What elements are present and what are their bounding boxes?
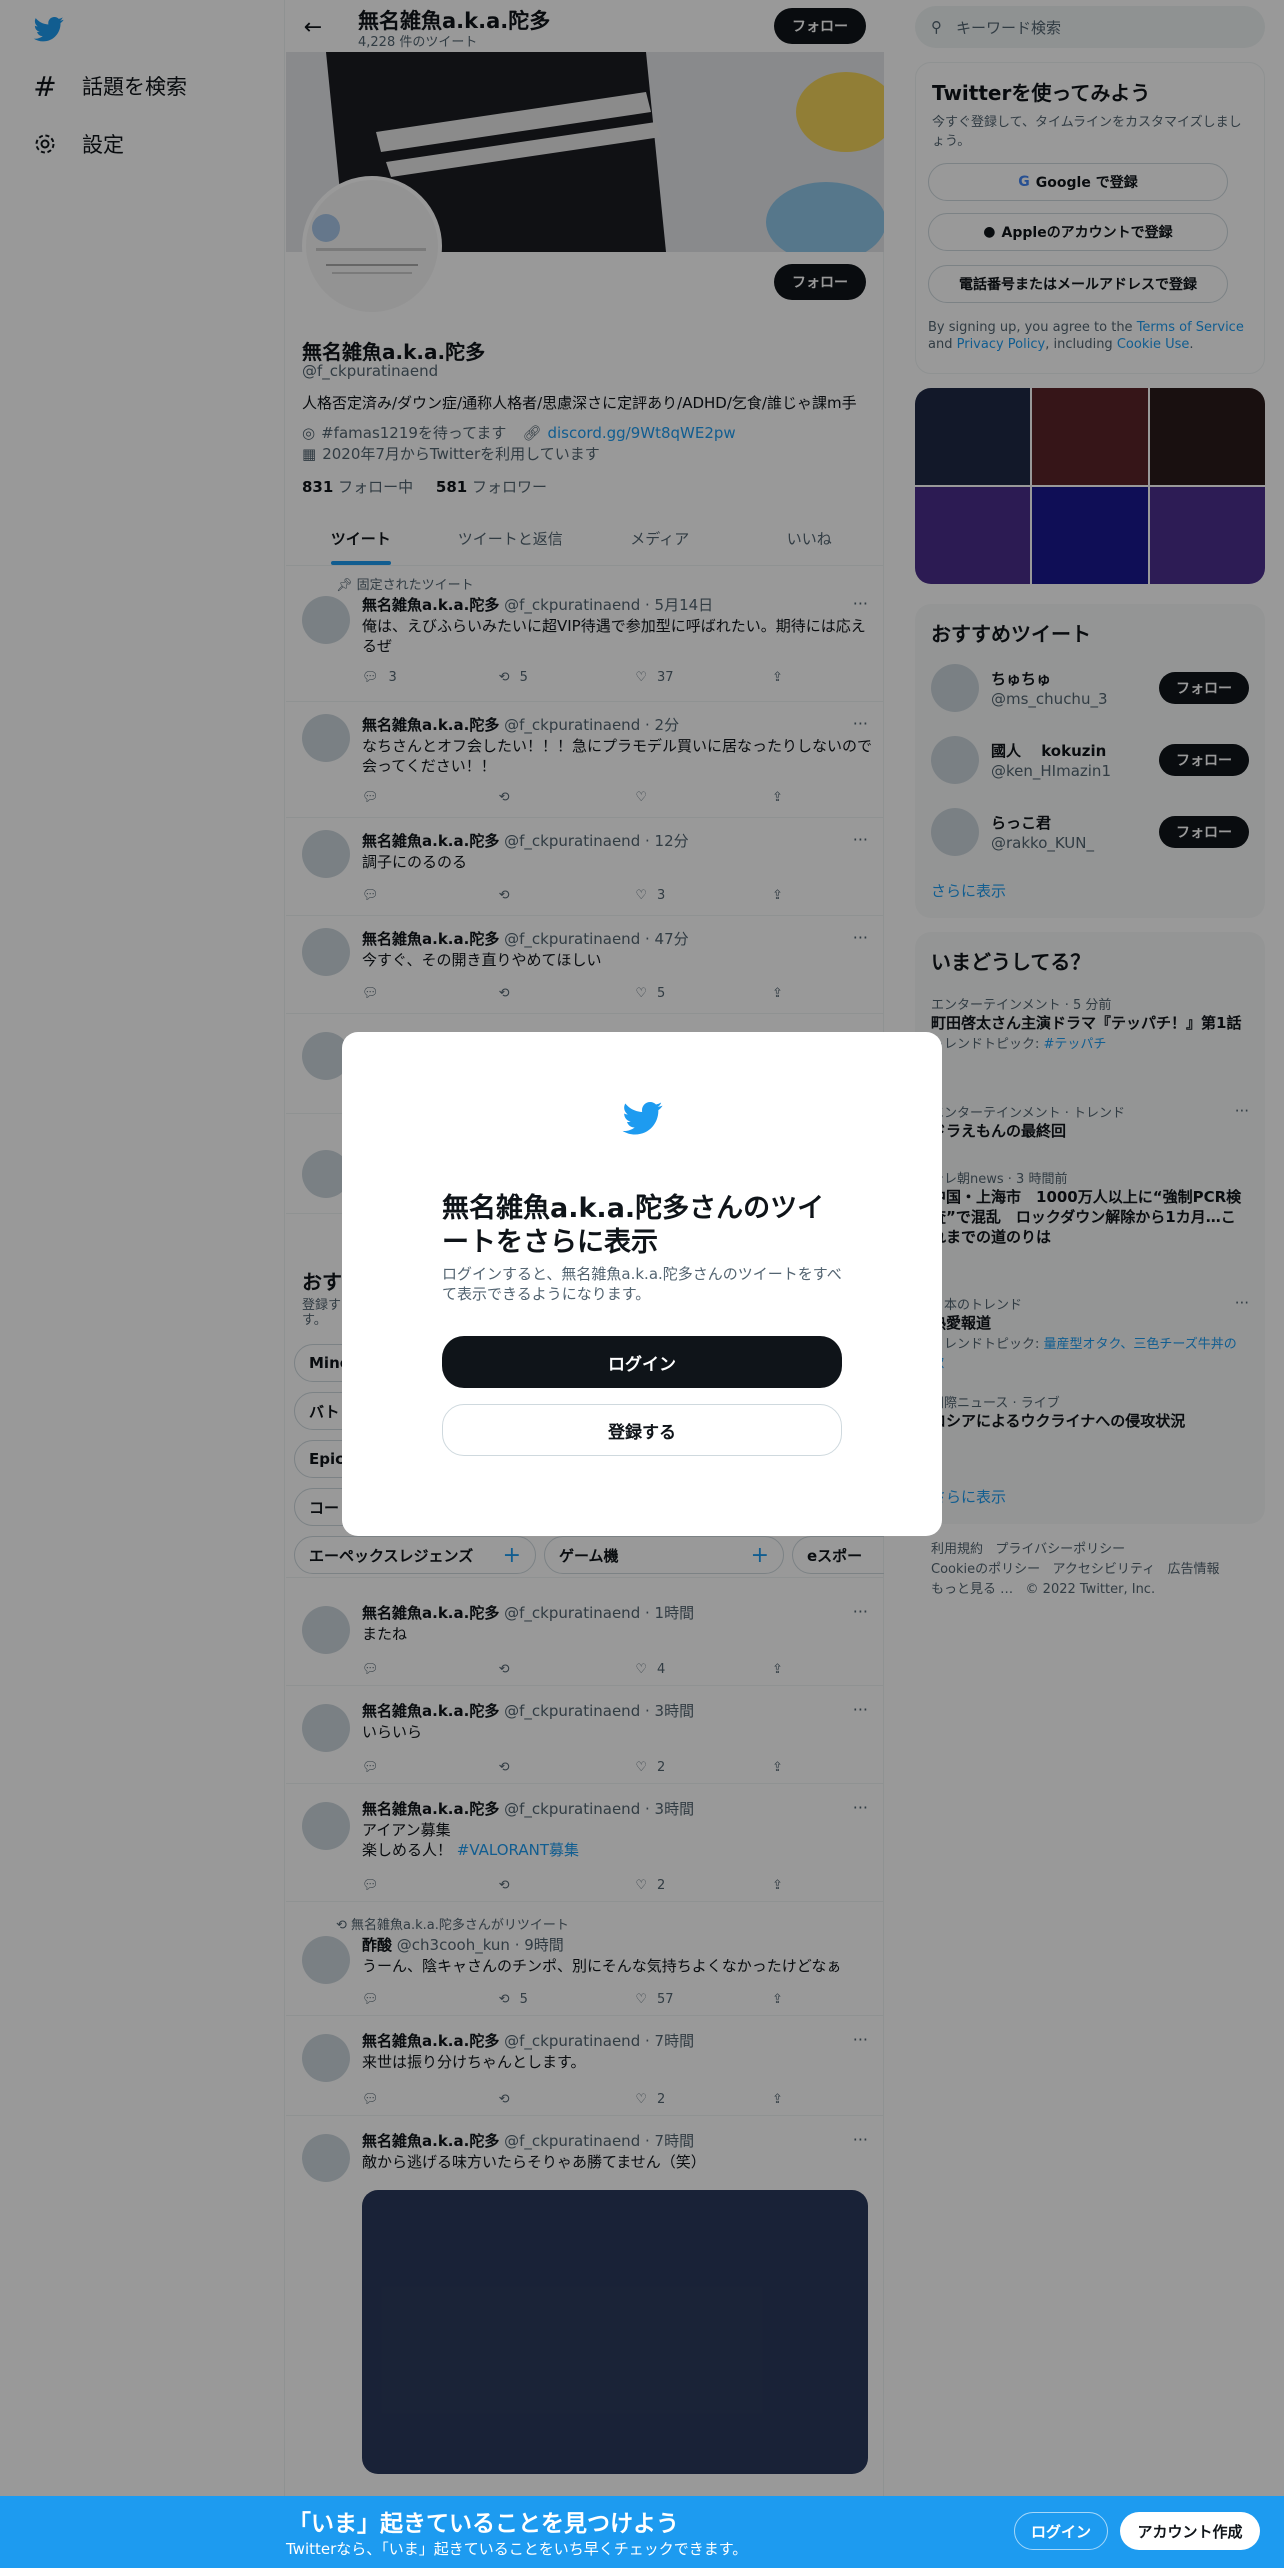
bottom-bar-subtitle: Twitterなら、「いま」起きていることをいち早くチェックできます。 (286, 2540, 748, 2558)
bottom-bar-title: 「いま」起きていることを見つけよう (288, 2511, 679, 2537)
modal-login-button[interactable]: ログイン (442, 1336, 842, 1388)
bottom-signup-button[interactable]: アカウント作成 (1120, 2512, 1260, 2550)
bottom-signup-bar: 「いま」起きていることを見つけよう Twitterなら、「いま」起きていることを… (0, 2496, 1284, 2568)
bottom-login-button[interactable]: ログイン (1014, 2512, 1108, 2550)
modal-description: ログインすると、無名雑魚a.k.a.陀多さんのツイートをすべて表示できるようにな… (442, 1265, 842, 1303)
login-prompt-modal: 無名雑魚a.k.a.陀多さんのツイートをさらに表示 ログインすると、無名雑魚a.… (342, 1032, 942, 1536)
modal-signup-button[interactable]: 登録する (442, 1404, 842, 1456)
twitter-logo-icon (620, 1098, 666, 1138)
modal-title: 無名雑魚a.k.a.陀多さんのツイートをさらに表示 (442, 1193, 825, 1258)
